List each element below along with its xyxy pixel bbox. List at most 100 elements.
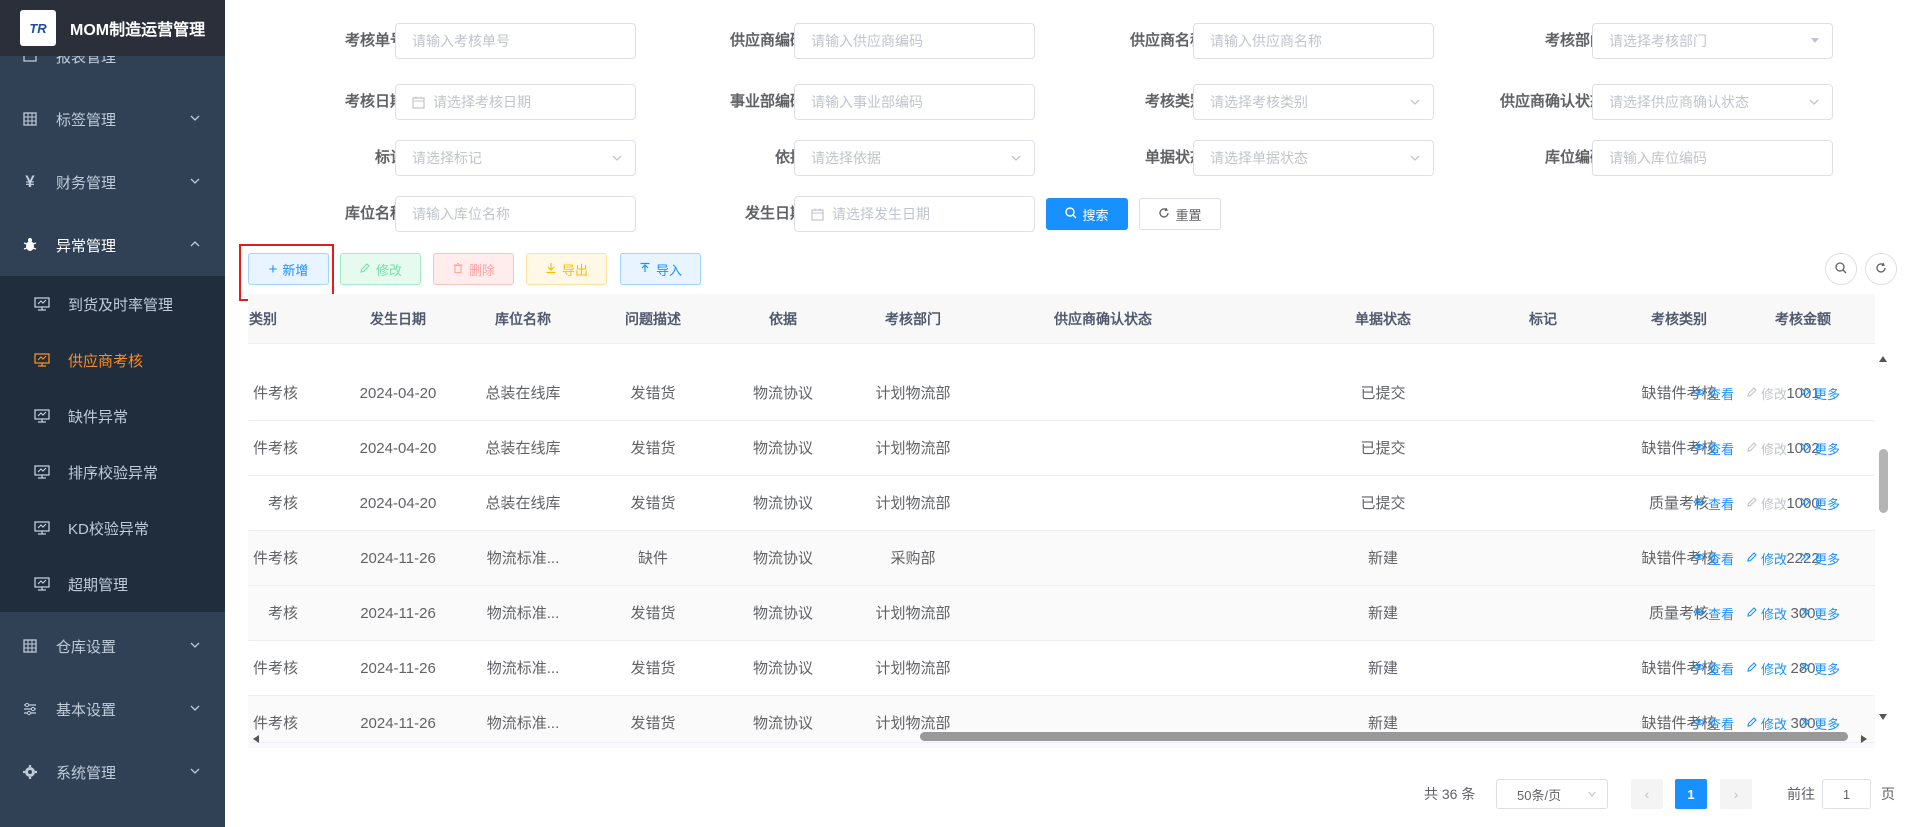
basis-select[interactable]: 请选择依据	[794, 140, 1035, 176]
form-label-assessment-dept: 考核部门	[1544, 32, 1605, 49]
sidebar-item-finance[interactable]: ¥ 财务管理	[0, 154, 225, 210]
next-page-button[interactable]: ›	[1720, 779, 1752, 809]
assessment-no-input[interactable]: 请输入考核单号	[395, 23, 636, 59]
edit-row-button[interactable]: 修改	[1746, 549, 1787, 568]
more-button[interactable]: 更多	[1799, 659, 1840, 678]
sidebar-sub-item-kd-check[interactable]: KD校验异常	[0, 500, 225, 556]
sidebar-item-basic-settings[interactable]: 基本设置	[0, 681, 225, 737]
mark-select[interactable]: 请选择标记	[395, 140, 636, 176]
table-row[interactable]: 件考核 2024-04-20 总装在线库 发错货 物流协议 计划物流部 已提交 缺错件考核 10…	[248, 421, 1875, 476]
table-row[interactable]: 考核 2024-04-20 总装在线库 发错货 物流协议 计划物流部 已提交 质量考核 1000…	[248, 476, 1875, 531]
vertical-scroll-thumb[interactable]	[1879, 449, 1888, 513]
view-button[interactable]: 查看	[1693, 549, 1734, 568]
pencil-icon	[359, 262, 371, 277]
table-row[interactable]: 件考核 2024-11-26 物流标准... 缺件 物流协议 采购部 新建 缺错件考核 2222…	[248, 531, 1875, 586]
sidebar-sub-item-overdue[interactable]: 超期管理	[0, 556, 225, 612]
scroll-up-icon[interactable]	[1878, 350, 1888, 366]
table-cell-basis: 物流协议	[752, 605, 813, 622]
edit-row-button[interactable]: 修改	[1746, 604, 1787, 623]
sidebar-item-warehouse[interactable]: 仓库设置	[0, 618, 225, 674]
goto-prefix: 前往	[1787, 786, 1815, 802]
more-button[interactable]: 更多	[1799, 384, 1840, 403]
more-button[interactable]: 更多	[1799, 549, 1840, 568]
more-button[interactable]: 更多	[1799, 604, 1840, 623]
doc-status-select[interactable]: 请选择单据状态	[1193, 140, 1434, 176]
sidebar-item-labels[interactable]: 标签管理	[0, 91, 225, 147]
row-actions: 查看 修改 更多	[1693, 641, 1840, 696]
occur-date-picker[interactable]: 请选择发生日期	[794, 196, 1035, 232]
table-cell-status: 已提交	[1360, 440, 1406, 457]
table-row[interactable]: 件考核 2024-11-26 物流标准... 发错货 物流协议 计划物流部 新建 缺错件考核 2…	[248, 641, 1875, 696]
sidebar-item-system[interactable]: 系统管理	[0, 744, 225, 800]
view-button[interactable]: 查看	[1693, 384, 1734, 403]
search-button[interactable]: 搜索	[1046, 198, 1128, 230]
goto-page-input[interactable]: 1	[1822, 779, 1871, 809]
table-cell-date: 2024-11-26	[360, 605, 436, 622]
sidebar-sub-item-arrival-rate[interactable]: 到货及时率管理	[0, 276, 225, 332]
table-header: 类别 发生日期 库位名称 问题描述 依据 考核部门 供应商确认状态 单据状态 标…	[248, 294, 1875, 344]
sidebar-sub-item-supplier-assessment[interactable]: 供应商考核	[0, 332, 225, 388]
page-size-select[interactable]: 50条/页	[1496, 779, 1608, 809]
page-number-current[interactable]: 1	[1675, 779, 1707, 809]
table-cell-mark	[1478, 421, 1608, 476]
search-icon	[1835, 261, 1847, 277]
reset-button[interactable]: 重置	[1139, 198, 1221, 230]
view-button[interactable]: 查看	[1693, 439, 1734, 458]
assessment-dept-select[interactable]: 请选择考核部门	[1592, 23, 1833, 59]
view-button[interactable]: 查看	[1693, 659, 1734, 678]
table-cell-category: 件考核	[252, 660, 298, 677]
download-icon	[545, 262, 557, 277]
table-cell-issue: 发错货	[630, 605, 676, 622]
column-header: 依据	[769, 311, 797, 327]
view-button[interactable]: 查看	[1693, 604, 1734, 623]
pencil-icon	[1746, 551, 1758, 566]
sidebar-sub-item-sequence-check[interactable]: 排序校验异常	[0, 444, 225, 500]
division-code-input[interactable]: 请输入事业部编码	[794, 84, 1035, 120]
sidebar: 报表管理 TR MOM制造运营管理 标签管理 ¥ 财务管理 异常管理 到货及时率…	[0, 0, 225, 827]
horizontal-scrollbar[interactable]	[250, 729, 1874, 743]
table-cell-location: 物流标准...	[486, 660, 560, 677]
table-cell-date: 2024-04-20	[359, 385, 437, 402]
table-cell-issue: 发错货	[630, 660, 676, 677]
table-cell-status: 已提交	[1360, 385, 1406, 402]
more-button[interactable]: 更多	[1799, 494, 1840, 513]
export-button[interactable]: 导出	[526, 253, 607, 285]
location-name-input[interactable]: 请输入库位名称	[395, 196, 636, 232]
delete-button[interactable]: 删除	[433, 253, 514, 285]
edit-row-button[interactable]: 修改	[1746, 659, 1787, 678]
prev-page-button[interactable]: ‹	[1631, 779, 1663, 809]
sidebar-sub-item-missing-parts[interactable]: 缺件异常	[0, 388, 225, 444]
import-button[interactable]: 导入	[620, 253, 701, 285]
form-label-supplier-code: 供应商编码	[729, 32, 805, 49]
monitor-icon	[34, 408, 50, 424]
scroll-right-icon[interactable]	[1860, 731, 1868, 747]
assessment-date-picker[interactable]: 请选择考核日期	[395, 84, 636, 120]
column-header: 操作	[1868, 294, 1875, 344]
chevron-down-icon	[189, 701, 201, 718]
monitor-icon	[34, 296, 50, 312]
vertical-scrollbar[interactable]	[1876, 344, 1890, 724]
table-row[interactable]: 件考核 2024-04-20 总装在线库 发错货 物流协议 计划物流部 已提交 缺错件考核 10…	[248, 366, 1875, 421]
refresh-table-button[interactable]	[1865, 253, 1897, 285]
double-chevron-right-icon	[1799, 441, 1811, 456]
chevron-right-icon: ›	[1733, 786, 1739, 802]
pencil-icon	[1746, 496, 1758, 511]
table-row[interactable]: 考核 2024-11-26 物流标准... 发错货 物流协议 计划物流部 新建 质量考核 300…	[248, 586, 1875, 641]
more-button[interactable]: 更多	[1799, 439, 1840, 458]
table-cell-mark	[1478, 531, 1608, 586]
supplier-confirm-status-select[interactable]: 请选择供应商确认状态	[1592, 84, 1833, 120]
supplier-code-input[interactable]: 请输入供应商编码	[794, 23, 1035, 59]
supplier-name-input[interactable]: 请输入供应商名称	[1193, 23, 1434, 59]
horizontal-scroll-thumb[interactable]	[920, 732, 1848, 741]
scroll-left-icon[interactable]	[252, 731, 260, 747]
table-cell-confirm	[928, 476, 1278, 531]
edit-button[interactable]: 修改	[340, 253, 421, 285]
monitor-icon	[34, 352, 50, 368]
location-code-input[interactable]: 请输入库位编码	[1592, 140, 1833, 176]
sidebar-item-exceptions[interactable]: 异常管理	[0, 217, 225, 273]
assessment-type-select[interactable]: 请选择考核类别	[1193, 84, 1434, 120]
view-button[interactable]: 查看	[1693, 494, 1734, 513]
toggle-search-button[interactable]	[1825, 253, 1857, 285]
scroll-down-icon[interactable]	[1878, 708, 1888, 724]
table-cell-basis: 物流协议	[752, 495, 813, 512]
